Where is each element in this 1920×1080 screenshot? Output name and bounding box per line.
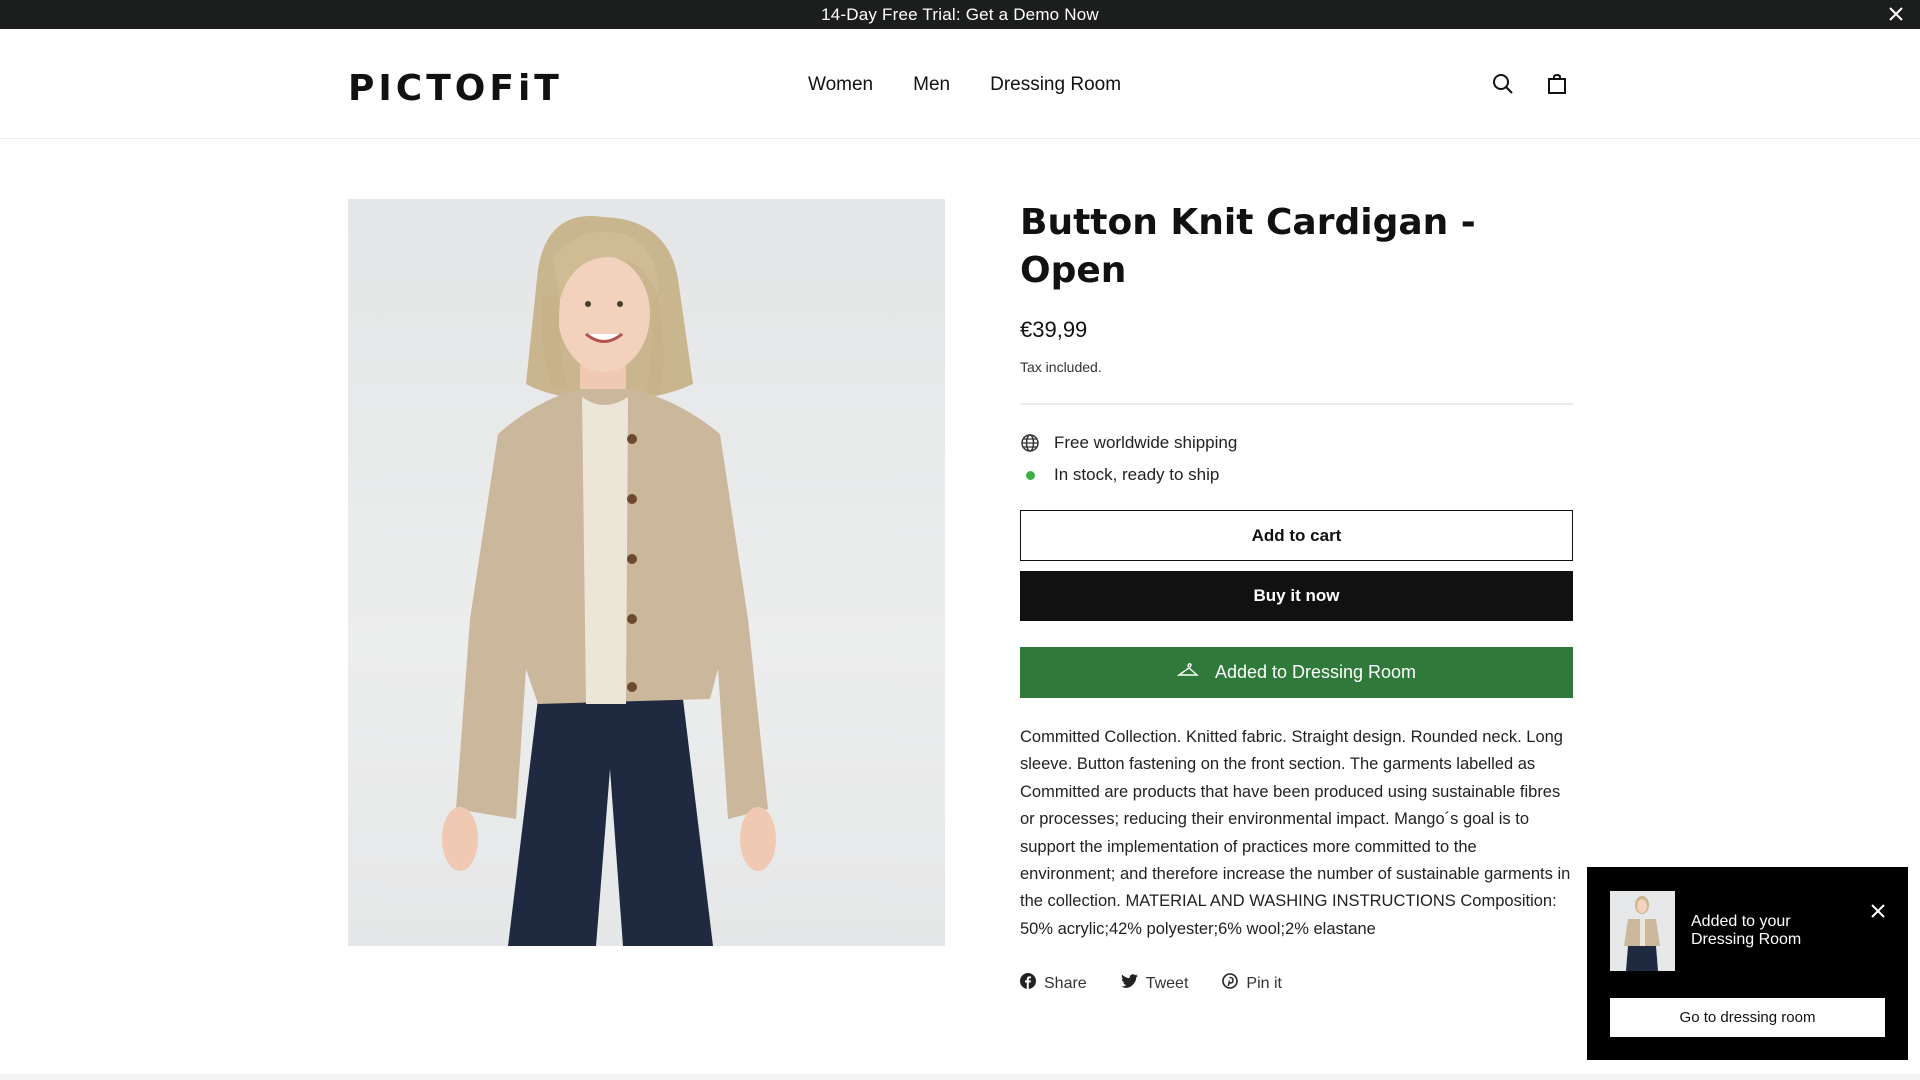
announcement-text[interactable]: 14-Day Free Trial: Get a Demo Now (821, 5, 1099, 25)
toast-message: Added to your Dressing Room (1691, 913, 1802, 948)
pinterest-icon (1222, 973, 1239, 994)
buy-now-button[interactable]: Buy it now (1020, 571, 1573, 621)
dressing-room-label: Added to Dressing Room (1214, 662, 1417, 682)
nav-dressing-room[interactable]: Dressing Room (990, 74, 1121, 96)
footer-divider (0, 1074, 1920, 1080)
pictofit-logo[interactable]: PICTOFiT (348, 68, 563, 109)
share-twitter-link[interactable]: Tweet (1120, 973, 1189, 994)
feature-stock: In stock, ready to ship (1020, 465, 1573, 485)
model-photo (442, 216, 776, 946)
close-icon[interactable] (1868, 901, 1888, 921)
dressing-room-toast: Added to your Dressing Room Go to dressi… (1587, 867, 1908, 1060)
facebook-icon (1020, 973, 1036, 994)
dressing-room-button[interactable]: Added to Dressing Room (1020, 647, 1573, 698)
shopping-bag-icon[interactable] (1544, 71, 1570, 97)
in-stock-dot-icon (1020, 465, 1040, 485)
main-nav: Women Men Dressing Room (808, 74, 1121, 96)
tax-note: Tax included. (1020, 359, 1102, 375)
nav-men[interactable]: Men (913, 74, 950, 96)
feature-shipping: Free worldwide shipping (1020, 433, 1573, 453)
share-links: Share Tweet Pin it (1020, 973, 1573, 994)
twitter-icon (1120, 974, 1138, 993)
nav-women[interactable]: Women (808, 74, 873, 96)
tweet-label: Tweet (1145, 974, 1189, 992)
product-price: €39,99 (1020, 317, 1088, 342)
go-to-dressing-room-button[interactable]: Go to dressing room (1610, 998, 1885, 1037)
product-info: Button Knit Cardigan - Open €39,99 Tax i… (1020, 199, 1573, 994)
feature-stock-text: In stock, ready to ship (1054, 465, 1220, 484)
product-description: Committed Collection. Knitted fabric. St… (1020, 728, 1571, 938)
share-label: Share (1044, 974, 1087, 992)
header-icons (1490, 71, 1570, 97)
feature-shipping-text: Free worldwide shipping (1054, 433, 1238, 452)
close-icon[interactable] (1886, 4, 1906, 24)
product-image[interactable] (348, 199, 945, 946)
pin-label: Pin it (1246, 974, 1282, 992)
toast-product-thumbnail (1610, 891, 1675, 971)
divider (1020, 403, 1573, 405)
hanger-icon (1176, 662, 1199, 683)
site-header: PICTOFiT Women Men Dressing Room (0, 29, 1920, 139)
globe-icon (1020, 433, 1040, 453)
share-facebook-link[interactable]: Share (1020, 973, 1087, 994)
add-to-cart-button[interactable]: Add to cart (1020, 510, 1573, 561)
product-title: Button Knit Cardigan - Open (1020, 202, 1476, 291)
search-icon[interactable] (1490, 71, 1516, 97)
announcement-bar: 14-Day Free Trial: Get a Demo Now (0, 0, 1920, 29)
share-pinterest-link[interactable]: Pin it (1222, 973, 1282, 994)
